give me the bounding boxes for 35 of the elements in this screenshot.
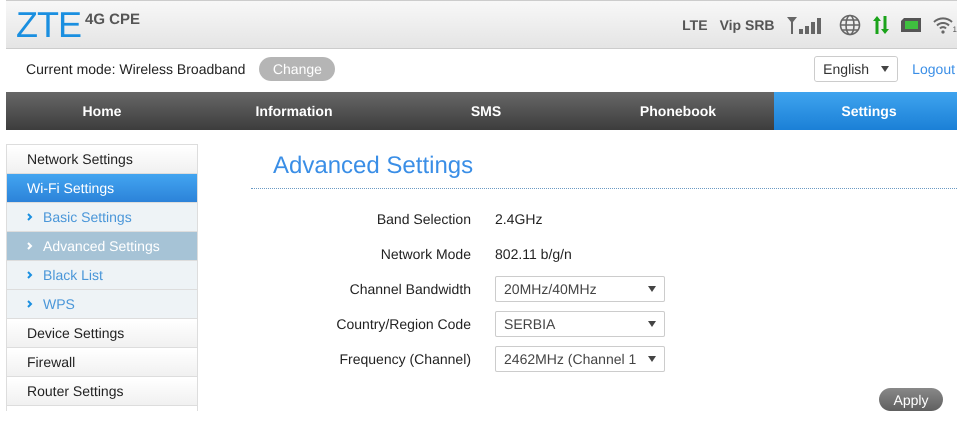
- dropdown-field[interactable]: 20MHz/40MHz: [495, 276, 665, 302]
- chevron-icon: [27, 300, 33, 308]
- caret-icon: [648, 320, 656, 326]
- field-label: Band Selection: [376, 210, 471, 226]
- chevron-icon: [27, 213, 33, 221]
- dropdown-field[interactable]: SERBIA: [495, 310, 665, 336]
- nav-tab[interactable]: Information: [198, 92, 390, 130]
- network-type: LTE: [682, 16, 708, 32]
- caret-icon: [648, 356, 656, 362]
- apply-button[interactable]: Apply: [879, 388, 943, 411]
- dropdown-field[interactable]: 2462MHz (Channel 1: [495, 346, 665, 372]
- globe-icon: [838, 14, 861, 36]
- nav-tab[interactable]: Phonebook: [582, 92, 774, 130]
- logo: ZTE: [16, 6, 81, 42]
- field-value: 802.11 b/g/n: [495, 246, 572, 262]
- page-title: Advanced Settings: [251, 144, 957, 189]
- language-select[interactable]: English: [814, 56, 898, 82]
- wifi-icon: [932, 16, 953, 34]
- nav-tab[interactable]: SMS: [390, 92, 582, 130]
- field-label: Network Mode: [380, 246, 471, 262]
- wifi-client-count: 1: [952, 24, 957, 34]
- current-mode-label: Current mode: Wireless Broadband: [26, 61, 246, 77]
- sim-card-icon: [900, 18, 921, 32]
- field-value: 2.4GHz: [495, 210, 542, 226]
- chevron-icon: [27, 242, 33, 250]
- chevron-icon: [27, 271, 33, 279]
- operator-name: Vip SRB: [720, 16, 775, 32]
- field-label: Channel Bandwidth: [348, 280, 471, 296]
- caret-icon: [881, 66, 890, 72]
- nav-tab[interactable]: Home: [6, 92, 198, 130]
- field-label: Country/Region Code: [335, 316, 471, 332]
- data-transfer-icon: [872, 16, 889, 34]
- product-name: 4G CPE: [85, 11, 140, 28]
- field-label: Frequency (Channel): [338, 350, 471, 366]
- caret-icon: [648, 286, 656, 292]
